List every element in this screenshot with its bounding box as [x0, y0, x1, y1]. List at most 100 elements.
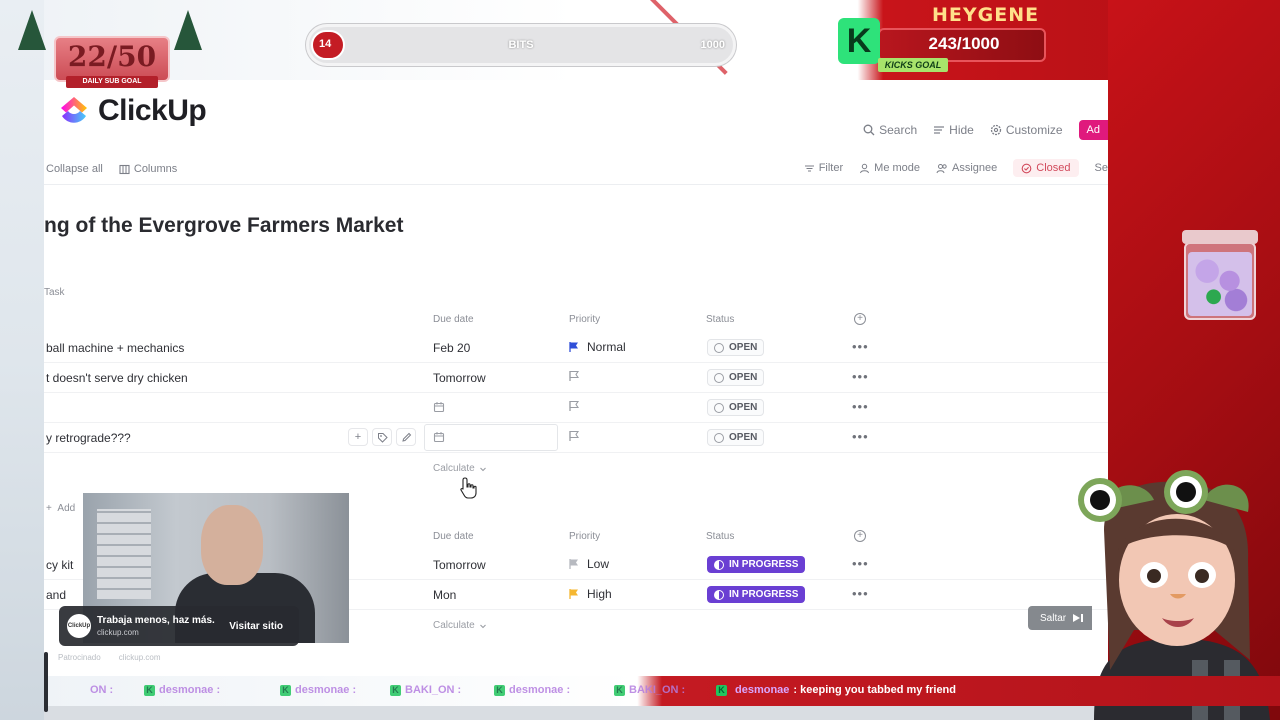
task-priority[interactable]: Low: [568, 557, 609, 571]
rename-pencil-icon[interactable]: [396, 428, 416, 446]
collapse-all-button[interactable]: Collapse all: [46, 163, 103, 175]
task-row-hovered[interactable]: y retrograde??? + OPEN •••: [44, 423, 1108, 453]
more-options-icon[interactable]: •••: [852, 339, 869, 354]
sub-goal-count: 22/50: [67, 40, 157, 73]
daily-sub-goal-widget: 22/50 DAILY SUB GOAL: [14, 6, 204, 88]
task-name[interactable]: cy kit: [46, 558, 73, 572]
page-title: ng of the Evergrove Farmers Market: [44, 214, 404, 237]
status-badge[interactable]: IN PROGRESS: [707, 556, 806, 573]
clickup-logo: ClickUp: [58, 94, 207, 128]
calculate-label: Calculate: [433, 620, 475, 631]
add-column-icon[interactable]: +: [854, 530, 866, 542]
add-task-link[interactable]: + Add: [46, 503, 75, 514]
priority-label: Low: [587, 557, 610, 571]
due-date-column-header[interactable]: Due date: [433, 531, 474, 542]
task-due-date[interactable]: Tomorrow: [433, 558, 486, 572]
kick-badge-icon: K: [280, 685, 291, 696]
kicks-goal-widget: HEYGENE 243/1000 K KICKS GOAL: [834, 0, 1050, 76]
add-column-icon[interactable]: +: [854, 313, 866, 325]
flag-icon: [569, 342, 578, 352]
kick-badge-icon: K: [144, 685, 155, 696]
status-badge[interactable]: OPEN: [707, 369, 765, 386]
customize-button[interactable]: Customize: [990, 123, 1063, 137]
hand-cursor-icon: [460, 477, 477, 499]
task-priority[interactable]: [568, 430, 580, 442]
add-task-button[interactable]: Ad: [1078, 120, 1108, 140]
search-button[interactable]: Search: [863, 123, 917, 137]
more-options-icon[interactable]: •••: [852, 429, 869, 444]
chat-ghost-item: K BAKI_ON :: [614, 684, 685, 696]
status-column-header[interactable]: Status: [706, 314, 734, 325]
add-subtask-icon[interactable]: +: [348, 428, 368, 446]
ad-brand-logo: ClickUp: [67, 614, 91, 638]
task-name[interactable]: and: [46, 588, 66, 602]
user-icon: [860, 163, 870, 173]
calculate-button[interactable]: Calculate: [433, 463, 487, 474]
clickup-logo-icon: [61, 97, 87, 123]
status-column-header[interactable]: Status: [706, 531, 734, 542]
task-priority[interactable]: [568, 370, 580, 382]
tip-jar-icon: [1180, 230, 1260, 322]
task-due-date[interactable]: [433, 431, 445, 446]
hide-button[interactable]: Hide: [933, 123, 974, 137]
more-options-icon[interactable]: •••: [852, 586, 869, 601]
ad-sponsored-line: Patrocinado clickup.com: [58, 653, 161, 662]
assignee-button[interactable]: Assignee: [936, 162, 997, 174]
hide-icon: [934, 126, 945, 134]
task-name[interactable]: ball machine + mechanics: [46, 341, 184, 355]
task-name[interactable]: t doesn't serve dry chicken: [46, 371, 188, 385]
tag-icon[interactable]: [372, 428, 392, 446]
task-name[interactable]: y retrograde???: [46, 431, 131, 445]
view-topbar: Search Hide Customize Ad: [863, 120, 1108, 140]
in-progress-status-icon: [714, 589, 724, 600]
status-badge[interactable]: OPEN: [707, 399, 765, 416]
bits-target: 1000: [700, 39, 725, 51]
priority-column-header[interactable]: Priority: [569, 314, 600, 325]
columns-button[interactable]: Columns: [119, 163, 177, 175]
status-badge[interactable]: OPEN: [707, 429, 765, 446]
task-due-date[interactable]: Mon: [433, 588, 456, 602]
columns-label: Columns: [133, 163, 178, 175]
ad-video-background-window: [97, 509, 151, 599]
customize-label: Customize: [1005, 123, 1063, 137]
task-row[interactable]: t doesn't serve dry chicken Tomorrow OPE…: [44, 363, 1108, 393]
more-options-icon[interactable]: •••: [852, 556, 869, 571]
filter-button[interactable]: Filter: [804, 162, 843, 174]
task-due-date[interactable]: Tomorrow: [433, 371, 486, 385]
chevron-down-icon: [479, 467, 486, 471]
status-badge[interactable]: OPEN: [707, 339, 765, 356]
priority-label: High: [587, 587, 612, 601]
flag-outline-icon: [569, 430, 580, 441]
due-date-column-header[interactable]: Due date: [433, 314, 474, 325]
status-label: OPEN: [729, 432, 758, 443]
task-due-date[interactable]: Feb 20: [433, 341, 470, 355]
status-label: IN PROGRESS: [729, 559, 799, 570]
add-task-label: Add: [57, 503, 76, 514]
task-priority[interactable]: Normal: [568, 340, 626, 354]
chat-ticker: ON : Kdesmonae : Kdesmonae : K BAKI_ON : …: [44, 676, 1280, 706]
scroll-handle[interactable]: [44, 652, 48, 712]
me-mode-button[interactable]: Me mode: [859, 162, 920, 174]
calculate-button[interactable]: Calculate: [433, 620, 487, 631]
calendar-icon: [433, 432, 445, 443]
more-options-icon[interactable]: •••: [852, 369, 869, 384]
kick-badge-icon: K: [390, 685, 401, 696]
status-badge[interactable]: IN PROGRESS: [707, 586, 806, 603]
task-due-date[interactable]: [433, 401, 445, 416]
task-priority[interactable]: [568, 400, 580, 412]
task-row[interactable]: OPEN •••: [44, 393, 1108, 423]
ad-banner[interactable]: ClickUp Trabaja menos, haz más. clickup.…: [59, 606, 299, 646]
priority-column-header[interactable]: Priority: [569, 531, 600, 542]
closed-filter-chip[interactable]: Closed: [1013, 159, 1079, 177]
status-label: OPEN: [729, 342, 758, 353]
flag-outline-icon: [569, 400, 580, 411]
more-options-icon[interactable]: •••: [852, 399, 869, 414]
ad-video-person-head: [201, 505, 263, 585]
task-priority[interactable]: High: [568, 587, 612, 601]
task-row[interactable]: ball machine + mechanics Feb 20 Normal O…: [44, 333, 1108, 363]
in-progress-status-icon: [714, 559, 724, 570]
visit-site-button[interactable]: Visitar sitio: [229, 621, 283, 632]
search-tasks-button[interactable]: Se: [1095, 162, 1108, 174]
calculate-label: Calculate: [433, 463, 475, 474]
clickup-logo-text: ClickUp: [98, 94, 207, 127]
